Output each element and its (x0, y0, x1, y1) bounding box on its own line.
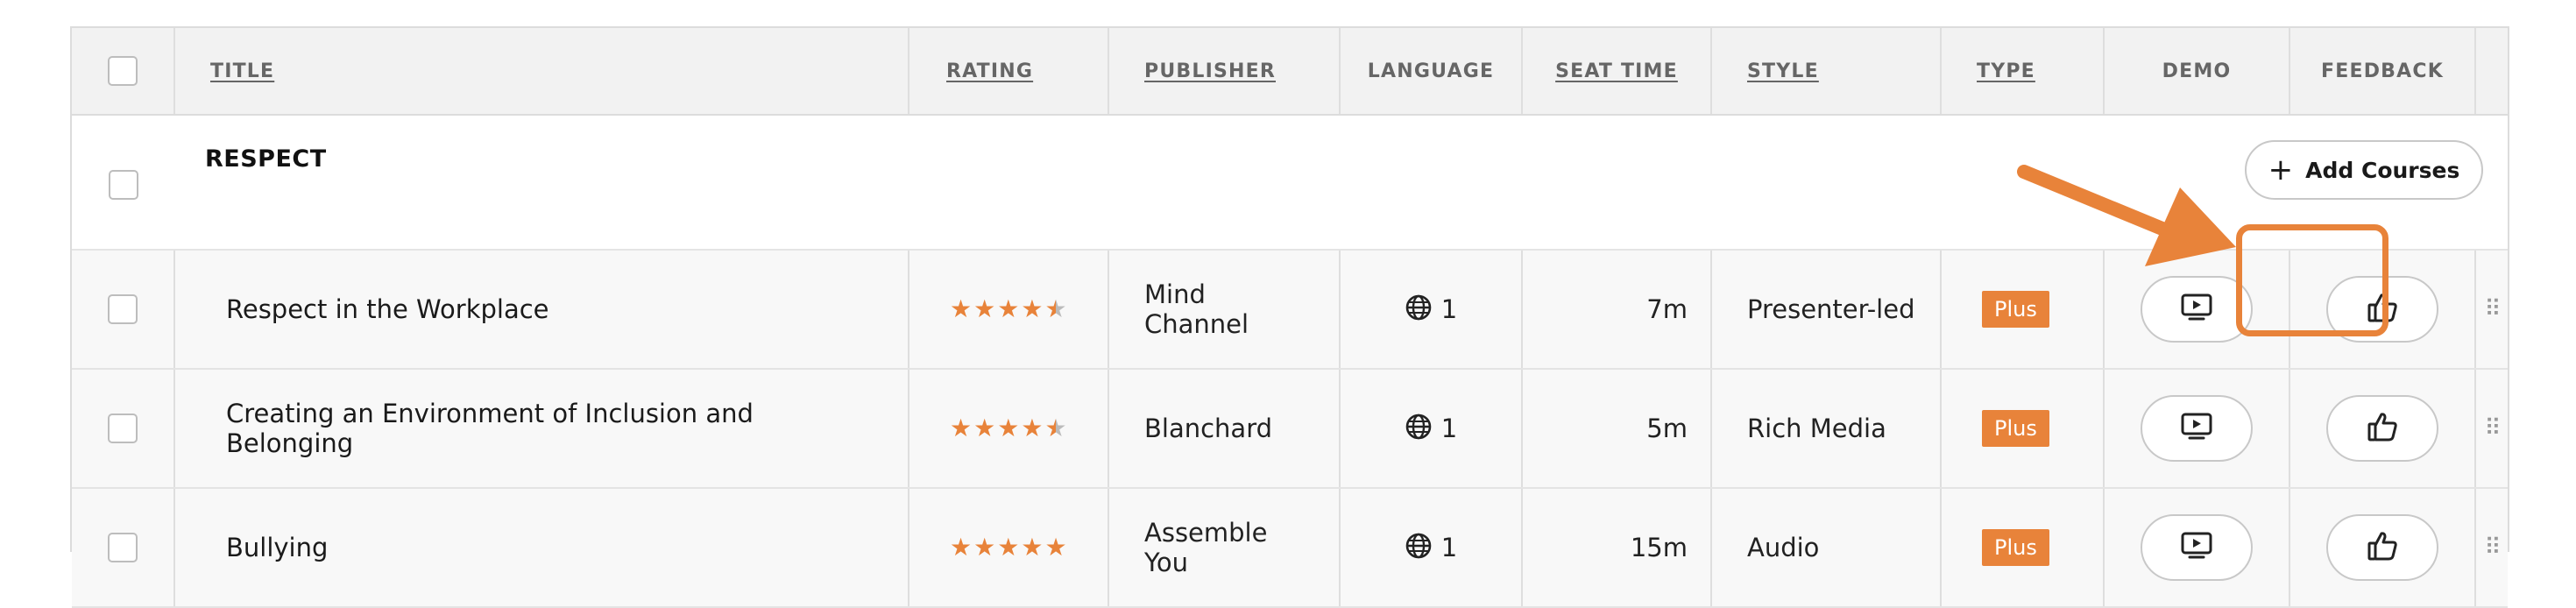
star-icon: ★ (950, 533, 973, 562)
star-icon: ★ (997, 533, 1020, 562)
type-badge: Plus (1982, 529, 2049, 566)
feedback-button[interactable] (2326, 514, 2438, 581)
drag-handle-icon[interactable]: ⠿ (2484, 534, 2501, 561)
thumbs-up-icon (2366, 529, 2399, 566)
star-icon: ★ (1044, 533, 1067, 562)
star-icon: ★ (973, 533, 996, 562)
globe-icon (1405, 532, 1433, 563)
play-screen-icon (2180, 531, 2213, 564)
publisher-name: Assemble You (1144, 518, 1268, 577)
row-checkbox[interactable] (108, 533, 138, 562)
star-icon: ★ (1021, 533, 1044, 562)
course-style: Audio (1747, 533, 1820, 562)
annotation-arrow-icon (2017, 165, 2236, 266)
course-title[interactable]: Bullying (226, 533, 328, 562)
seat-time: 15m (1630, 533, 1688, 562)
demo-button[interactable] (2141, 514, 2253, 581)
rating-stars: ★ ★ ★ ★ ★ (950, 535, 1067, 560)
language-count: 1 (1440, 533, 1458, 562)
